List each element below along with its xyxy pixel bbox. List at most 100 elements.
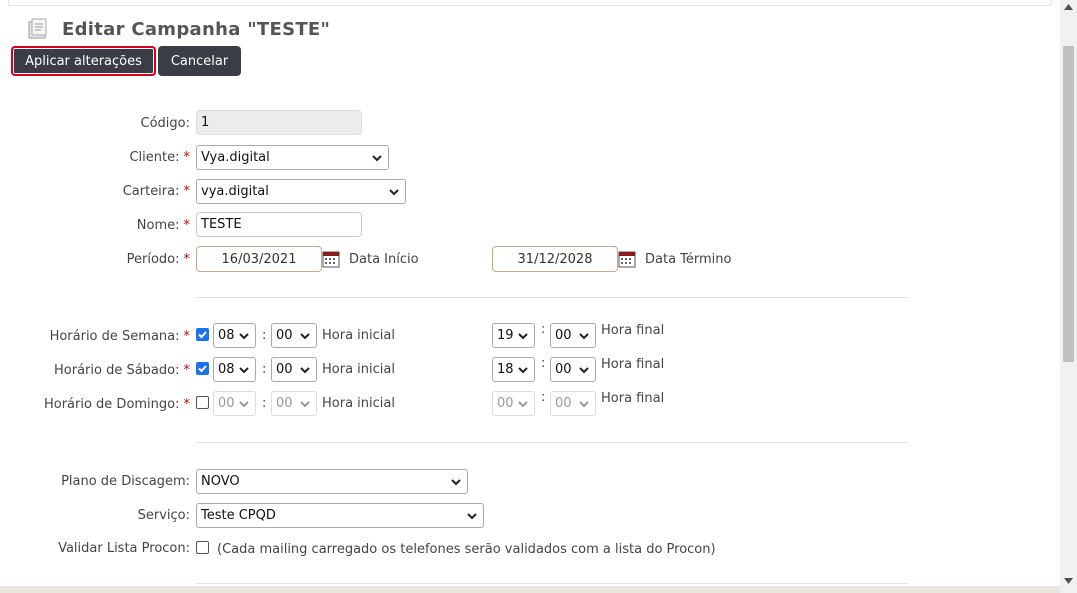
semana-start-hour-select[interactable]: 08: [213, 323, 256, 348]
end-date-label: Data Término: [645, 252, 732, 267]
semana-end-minute-value: 00: [555, 328, 572, 343]
procon-label: Validar Lista Procon:: [58, 541, 190, 556]
start-time-label: Hora inicial: [322, 362, 395, 377]
scroll-down-icon[interactable]: [1064, 578, 1073, 584]
sabado-end-hour-select[interactable]: 18: [492, 357, 535, 382]
sabado-end-hour-value: 18: [497, 362, 514, 377]
chevron-down-icon: [451, 479, 461, 486]
start-time-label: Hora inicial: [322, 328, 395, 343]
chevron-down-icon: [518, 333, 528, 340]
end-time-label: Hora final: [601, 391, 665, 406]
semana-label: Horário de Semana: *: [49, 329, 190, 344]
end-time-label: Hora final: [601, 323, 665, 338]
divider: [196, 583, 908, 584]
semana-start-minute-select[interactable]: 00: [271, 323, 317, 348]
domingo-end-minute-select[interactable]: 00: [550, 391, 596, 416]
time-separator: :: [262, 328, 267, 343]
time-separator: :: [262, 362, 267, 377]
check-icon: [198, 331, 207, 339]
chevron-down-icon: [579, 401, 589, 408]
carteira-value: vya.digital: [201, 184, 269, 199]
domingo-label: Horário de Domingo: *: [43, 397, 190, 412]
cancel-button[interactable]: Cancelar: [158, 46, 241, 76]
start-date-label: Data Início: [349, 252, 419, 267]
time-separator: :: [541, 322, 546, 337]
calendar-icon[interactable]: [322, 250, 340, 268]
plano-value: NOVO: [201, 474, 240, 489]
domingo-checkbox[interactable]: [196, 396, 209, 409]
chevron-down-icon: [389, 189, 399, 196]
sabado-start-minute-value: 00: [276, 362, 293, 377]
chevron-down-icon: [579, 367, 589, 374]
sabado-end-minute-select[interactable]: 00: [550, 357, 596, 382]
plano-select[interactable]: NOVO: [196, 469, 468, 494]
chevron-down-icon: [239, 333, 249, 340]
sabado-start-hour-select[interactable]: 08: [213, 357, 256, 382]
divider: [196, 297, 908, 298]
chevron-down-icon: [518, 367, 528, 374]
semana-start-minute-value: 00: [276, 328, 293, 343]
chevron-down-icon: [518, 401, 528, 408]
chevron-down-icon: [239, 367, 249, 374]
end-date-input[interactable]: 31/12/2028: [492, 246, 618, 272]
semana-end-minute-select[interactable]: 00: [550, 323, 596, 348]
chevron-down-icon: [300, 367, 310, 374]
semana-end-hour-value: 19: [497, 328, 514, 343]
sabado-start-hour-value: 08: [218, 362, 235, 377]
domingo-start-minute-select[interactable]: 00: [271, 391, 317, 416]
semana-end-hour-select[interactable]: 19: [492, 323, 535, 348]
vertical-scrollbar[interactable]: [1060, 0, 1077, 593]
title-row: Editar Campanha "TESTE": [26, 18, 330, 40]
domingo-start-hour-value: 00: [218, 396, 235, 411]
divider: [196, 442, 908, 443]
document-edit-icon: [28, 18, 47, 39]
sabado-checkbox[interactable]: [196, 362, 209, 375]
time-separator: :: [541, 390, 546, 405]
servico-value: Teste CPQD: [201, 508, 276, 523]
codigo-label: Código:: [140, 116, 190, 131]
time-separator: :: [541, 356, 546, 371]
nome-label: Nome: *: [136, 218, 190, 233]
scrollbar-thumb[interactable]: [1063, 46, 1074, 362]
sabado-end-minute-value: 00: [555, 362, 572, 377]
chevron-down-icon: [372, 155, 382, 162]
domingo-end-minute-value: 00: [555, 396, 572, 411]
plano-label: Plano de Discagem:: [61, 474, 190, 489]
semana-checkbox[interactable]: [196, 328, 209, 341]
codigo-field: 1: [196, 110, 362, 135]
chevron-down-icon: [579, 333, 589, 340]
top-panel-edge: [8, 0, 1052, 6]
chevron-down-icon: [239, 401, 249, 408]
domingo-start-hour-select[interactable]: 00: [213, 391, 256, 416]
domingo-end-hour-value: 00: [497, 396, 514, 411]
cliente-label: Cliente: *: [129, 150, 190, 165]
semana-start-hour-value: 08: [218, 328, 235, 343]
nome-input[interactable]: TESTE: [196, 212, 362, 237]
servico-select[interactable]: Teste CPQD: [196, 503, 484, 528]
cliente-select[interactable]: Vya.digital: [196, 145, 389, 170]
page-title: Editar Campanha "TESTE": [62, 18, 331, 40]
carteira-label: Carteira: *: [122, 184, 190, 199]
procon-checkbox[interactable]: [196, 541, 209, 554]
procon-note: (Cada mailing carregado os telefones ser…: [217, 542, 716, 557]
periodo-label: Período: *: [126, 252, 190, 267]
start-date-input[interactable]: 16/03/2021: [196, 246, 322, 272]
bottom-strip: [0, 586, 1060, 593]
chevron-down-icon: [300, 333, 310, 340]
sabado-label: Horário de Sábado: *: [54, 363, 190, 378]
end-time-label: Hora final: [601, 357, 665, 372]
chevron-down-icon: [467, 513, 477, 520]
apply-changes-button[interactable]: Aplicar alterações: [11, 46, 156, 76]
calendar-icon[interactable]: [618, 250, 636, 268]
cliente-value: Vya.digital: [201, 150, 270, 165]
scroll-up-icon[interactable]: [1064, 4, 1073, 10]
chevron-down-icon: [300, 401, 310, 408]
sabado-start-minute-select[interactable]: 00: [271, 357, 317, 382]
domingo-end-hour-select[interactable]: 00: [492, 391, 535, 416]
check-icon: [198, 365, 207, 373]
time-separator: :: [262, 396, 267, 411]
carteira-select[interactable]: vya.digital: [196, 179, 406, 204]
start-time-label: Hora inicial: [322, 396, 395, 411]
domingo-start-minute-value: 00: [276, 396, 293, 411]
servico-label: Serviço:: [137, 508, 190, 523]
